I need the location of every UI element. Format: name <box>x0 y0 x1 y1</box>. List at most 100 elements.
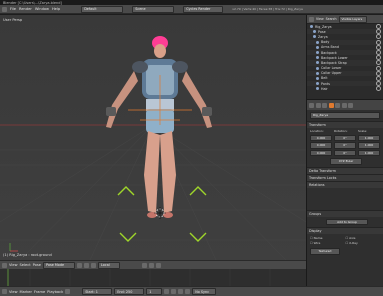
play-reverse-icon[interactable] <box>171 289 177 294</box>
rotation-y-field[interactable]: 0° <box>334 142 356 149</box>
scale-label: Scale: <box>358 128 368 133</box>
start-frame-label: Start: <box>85 289 95 294</box>
rotation-mode-row: XYZ Euler <box>307 157 383 167</box>
outliner-tree: Rig_Zarya Pose Zarya Body Arms Band Back… <box>307 24 383 92</box>
display-wire-checkbox[interactable]: ☐ Wire <box>310 241 345 245</box>
panel-display[interactable]: Display <box>307 227 383 234</box>
menu-frame[interactable]: Frame <box>34 290 45 294</box>
bone-tab-icon[interactable] <box>348 102 353 108</box>
menu-playback[interactable]: Playback <box>47 290 63 294</box>
menu-marker[interactable]: Marker <box>20 290 32 294</box>
menu-render[interactable]: Render <box>19 7 32 11</box>
eye-icon[interactable] <box>376 65 381 71</box>
snap-icon[interactable] <box>148 262 154 268</box>
object-tab-icon[interactable] <box>328 102 334 108</box>
panel-relations[interactable]: Relations <box>307 180 383 188</box>
mesh-icon <box>316 45 319 49</box>
mesh-icon <box>316 87 319 91</box>
scale-x-field[interactable]: 1.000 <box>358 134 380 141</box>
blender-icon[interactable] <box>2 6 7 12</box>
display-xray-checkbox[interactable]: ☐ X-Ray <box>346 241 381 245</box>
ik-foot-controls[interactable] <box>117 186 207 242</box>
menu-window[interactable]: Window <box>35 7 49 11</box>
menu-file[interactable]: File <box>10 7 16 11</box>
add-to-group-button[interactable]: Add to Group <box>326 218 368 225</box>
mesh-icon <box>313 35 316 39</box>
scale-y-field[interactable]: 1.000 <box>358 142 380 149</box>
end-frame-field[interactable]: End: 250 <box>114 288 145 295</box>
relations-content <box>307 187 383 210</box>
eye-icon[interactable] <box>376 86 381 92</box>
axis-gizmo-icon <box>9 243 18 252</box>
menu-view-timeline[interactable]: View <box>9 290 18 294</box>
outliner-editor-icon[interactable] <box>309 16 314 22</box>
object-name-field[interactable]: Rig_Zarya <box>310 112 380 119</box>
outliner-header: View Search Visible Layers <box>307 15 383 24</box>
constraints-tab-icon[interactable] <box>335 102 340 108</box>
outliner: View Search Visible Layers Rig_Zarya Pos… <box>307 15 383 99</box>
window-title: Blender [C:\Users\...\Zarya.blend] <box>3 0 62 5</box>
mesh-icon <box>316 82 319 86</box>
current-frame-field[interactable]: 1 <box>146 288 163 295</box>
properties-tabs <box>307 100 383 110</box>
play-icon[interactable] <box>178 289 184 294</box>
layers-icon[interactable] <box>141 262 147 268</box>
outliner-filter-selector[interactable]: Visible Layers <box>338 15 367 23</box>
manipulator-icon[interactable] <box>90 262 96 268</box>
render-preview-icon[interactable] <box>155 262 161 268</box>
jump-start-icon[interactable] <box>164 289 170 294</box>
3d-viewport[interactable]: User Persp (1) Rig_Zarya: root.ground <box>0 15 306 260</box>
active-object-label: (1) Rig_Zarya : root.ground <box>3 253 52 257</box>
start-frame-field[interactable]: Start: 1 <box>82 288 113 295</box>
jump-end-icon[interactable] <box>185 289 191 294</box>
world-tab-icon[interactable] <box>322 102 327 108</box>
location-label: Location: <box>310 128 324 133</box>
viewport-header: View Select Pose Pose Mode Local <box>0 260 306 269</box>
eye-icon[interactable] <box>376 39 381 45</box>
location-y-field[interactable]: 0.000 <box>310 142 332 149</box>
display-name-checkbox[interactable]: ☐ Name <box>310 236 345 240</box>
timeline-editor-icon[interactable] <box>2 289 7 294</box>
location-z-field[interactable]: 0.000 <box>310 149 332 156</box>
panel-transform-locks[interactable]: Transform Locks <box>307 173 383 181</box>
scene-selector[interactable]: Scene <box>132 5 175 13</box>
rig-bones[interactable] <box>128 75 192 125</box>
render-engine-selector[interactable]: Cycles Render <box>183 5 224 13</box>
properties-editor: Rig_Zarya Transform Location: Rotation: … <box>307 100 383 286</box>
scene-tab-icon[interactable] <box>315 102 321 108</box>
menu-select[interactable]: Select <box>20 263 31 267</box>
display-options: ☐ Name ☐ Axis ☐ Wire ☐ X-Ray <box>307 234 383 247</box>
sync-mode-selector[interactable]: No Sync <box>192 288 217 295</box>
outliner-view-menu[interactable]: View <box>316 17 324 21</box>
location-x-field[interactable]: 0.000 <box>310 134 332 141</box>
data-tab-icon[interactable] <box>341 102 347 108</box>
display-axis-checkbox[interactable]: ☐ Axis <box>346 236 381 240</box>
shading-icon[interactable] <box>76 262 82 268</box>
scene-stats: v2.79 | Verts:40 | Faces:38 | Tris:72 | … <box>232 7 303 11</box>
menu-pose[interactable]: Pose <box>33 263 41 267</box>
outliner-item[interactable]: Hair <box>307 86 383 92</box>
timeline-area[interactable] <box>0 269 306 286</box>
pivot-icon[interactable] <box>83 262 89 268</box>
layout-selector[interactable]: Default <box>81 5 124 13</box>
menu-help[interactable]: Help <box>52 7 60 11</box>
menu-view[interactable]: View <box>9 263 18 267</box>
panel-transform-title: Transform <box>309 122 326 127</box>
panel-groups[interactable]: Groups <box>307 209 383 217</box>
orientation-selector[interactable]: Local <box>97 261 120 269</box>
rotation-x-field[interactable]: 0° <box>334 134 356 141</box>
rotation-z-field[interactable]: 0° <box>334 149 356 156</box>
rotation-mode-selector[interactable]: XYZ Euler <box>330 158 362 165</box>
editor-type-icon[interactable] <box>2 262 7 268</box>
panel-delta-transform[interactable]: Delta Transform <box>307 166 383 174</box>
panel-transform[interactable]: Transform <box>307 120 383 128</box>
groups-content: Add to Group <box>307 217 383 228</box>
display-type-selector[interactable]: Textured <box>310 248 340 255</box>
mode-selector[interactable]: Pose Mode <box>42 261 75 269</box>
mesh-icon <box>316 40 319 44</box>
scale-z-field[interactable]: 1.000 <box>358 149 380 156</box>
outliner-search-menu[interactable]: Search <box>326 17 337 21</box>
render-tab-icon[interactable] <box>309 102 314 108</box>
end-frame-label: End: <box>117 289 125 294</box>
record-icon[interactable] <box>65 289 71 294</box>
